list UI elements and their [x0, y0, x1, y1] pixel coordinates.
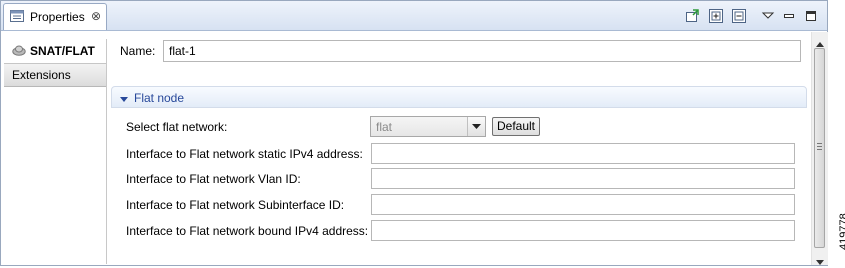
select-value: flat — [376, 120, 393, 134]
bound-ipv4-input[interactable] — [371, 220, 795, 241]
collapse-all-icon[interactable] — [732, 9, 746, 23]
tab-properties[interactable]: Properties ⊗ — [3, 3, 107, 30]
subinterface-id-label: Interface to Flat network Subinterface I… — [126, 198, 345, 212]
bound-ipv4-label: Interface to Flat network bound IPv4 add… — [126, 224, 369, 238]
expand-all-icon[interactable] — [709, 9, 723, 23]
view-menu-icon[interactable] — [761, 9, 775, 23]
view-tab-bar: Properties ⊗ — [1, 1, 827, 31]
select-flat-network-label: Select flat network: — [126, 120, 228, 134]
vlan-id-label: Interface to Flat network Vlan ID: — [126, 172, 301, 186]
sidebar-item-label: Extensions — [12, 68, 71, 82]
static-ipv4-input[interactable] — [371, 143, 795, 164]
sidebar: SNAT/FLAT Extensions — [4, 39, 107, 264]
subinterface-id-input[interactable] — [371, 194, 795, 215]
section-title: Flat node — [134, 91, 185, 105]
dropdown-arrow-icon[interactable] — [467, 117, 485, 136]
sidebar-item-label: SNAT/FLAT — [30, 44, 95, 58]
flat-node-section-header[interactable]: Flat node — [111, 86, 807, 108]
sidebar-item-extensions[interactable]: Extensions — [4, 63, 106, 87]
minimize-icon[interactable] — [782, 9, 796, 23]
scroll-down-icon[interactable] — [816, 254, 824, 268]
vertical-scrollbar[interactable] — [811, 32, 828, 265]
static-ipv4-label: Interface to Flat network static IPv4 ad… — [126, 147, 363, 161]
close-icon[interactable]: ⊗ — [91, 9, 101, 23]
maximize-icon[interactable] — [804, 9, 818, 23]
properties-view: Properties ⊗ SNAT/FLAT Extensions Name: … — [0, 0, 828, 266]
name-input[interactable] — [163, 40, 801, 62]
flat-network-select[interactable]: flat — [370, 116, 486, 137]
pin-icon[interactable] — [685, 9, 699, 23]
vlan-id-input[interactable] — [371, 168, 795, 189]
tab-label: Properties — [30, 10, 85, 24]
cloud-icon — [12, 44, 26, 56]
sidebar-item-snat-flat[interactable]: SNAT/FLAT — [4, 39, 106, 63]
name-label: Name: — [120, 44, 156, 58]
collapse-twisty-icon[interactable] — [120, 93, 129, 107]
grip-icon — [817, 143, 822, 152]
properties-icon — [10, 10, 24, 22]
figure-id: 419778 — [838, 213, 845, 250]
default-button[interactable]: Default — [492, 117, 540, 136]
scroll-thumb[interactable] — [814, 48, 825, 248]
